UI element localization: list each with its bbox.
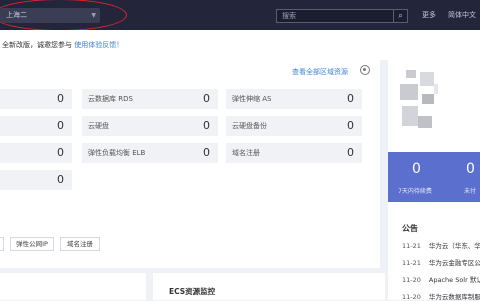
resource-cell-as[interactable]: 弹性伸缩 AS 0: [226, 89, 362, 109]
resource-label: 弹性伸缩 AS: [232, 95, 272, 103]
gear-icon[interactable]: [360, 65, 370, 75]
announcement-title: 公告: [402, 224, 418, 233]
announcement-panel: [388, 208, 480, 300]
notice-bar: 全新改版，诚邀您参与 使用体验反馈！: [0, 30, 480, 60]
quick-link-domain[interactable]: 域名注册: [60, 237, 100, 251]
announcement-item[interactable]: 11-21 华为云（华东、华: [402, 240, 480, 250]
resource-label: 云硬盘: [88, 122, 109, 130]
resource-label: 弹性负载均衡 ELB: [88, 149, 146, 157]
resource-count: 0: [347, 119, 354, 132]
resource-cell-evs[interactable]: 云硬盘 0: [82, 116, 218, 136]
unpaid-label: 未付: [464, 188, 477, 195]
resource-count: 0: [347, 92, 354, 105]
lower-left-card: [0, 273, 146, 300]
account-stats: 0 7天内待续费 0 未付: [388, 152, 480, 202]
feedback-link[interactable]: 使用体验反馈！: [74, 41, 123, 49]
announcement-date: 11-20: [402, 276, 421, 284]
resource-cell[interactable]: 0: [0, 89, 72, 109]
resource-cell[interactable]: 0: [0, 116, 72, 136]
resource-cell-vbs[interactable]: 云硬盘备份 0: [226, 116, 362, 136]
announcement-item[interactable]: 11-20 Apache Solr 默认配: [402, 274, 480, 284]
resource-count: 0: [57, 119, 64, 132]
quick-link-eip[interactable]: 弹性公网IP: [10, 237, 54, 251]
resource-cell[interactable]: 0: [0, 170, 72, 190]
ecs-monitor-title: ECS资源监控: [169, 287, 216, 296]
announcement-text: Apache Solr 默认配: [428, 276, 480, 284]
announcement-date: 11-21: [402, 259, 421, 267]
blurred-avatar-area: [418, 116, 432, 128]
search-input[interactable]: 搜索 ⌕: [276, 9, 408, 23]
resource-label: 云硬盘备份: [232, 122, 267, 130]
resource-cell[interactable]: 0: [0, 143, 72, 163]
language-menu[interactable]: 简体中文: [448, 10, 476, 20]
blurred-avatar-area: [406, 70, 416, 78]
announcement-text: 华为云金融专区公: [428, 259, 480, 267]
announcement-text: 华为云（华东、华: [428, 242, 480, 250]
more-menu[interactable]: 更多: [422, 10, 436, 20]
resource-count: 0: [203, 119, 210, 132]
blurred-avatar-area: [422, 94, 434, 104]
resource-cell-elb[interactable]: 弹性负载均衡 ELB 0: [82, 143, 218, 163]
unpaid-count[interactable]: 0: [466, 161, 475, 177]
quick-link[interactable]: [0, 237, 4, 251]
resource-count: 0: [203, 146, 210, 159]
resource-label: 云数据库 RDS: [88, 95, 133, 103]
search-placeholder: 搜索: [282, 12, 296, 20]
resource-count: 0: [57, 146, 64, 159]
resource-count: 0: [347, 146, 354, 159]
resource-cell-domain[interactable]: 域名注册 0: [226, 143, 362, 163]
announcement-date: 11-21: [402, 242, 421, 250]
announcement-item[interactable]: 11-21 华为云金融专区公: [402, 257, 480, 267]
resource-count: 0: [203, 92, 210, 105]
blurred-avatar-area: [402, 106, 418, 126]
renewal-label: 7天内待续费: [398, 188, 432, 195]
notice-text: 全新改版，诚邀您参与: [2, 41, 72, 49]
resource-count: 0: [57, 92, 64, 105]
blurred-avatar-area: [420, 72, 434, 86]
resource-count: 0: [57, 173, 64, 186]
search-icon[interactable]: ⌕: [393, 10, 407, 22]
avatar: [398, 66, 480, 148]
renewal-count[interactable]: 0: [412, 161, 421, 177]
resource-label: 域名注册: [232, 149, 260, 157]
blurred-avatar-area: [400, 84, 418, 100]
resource-cell-rds[interactable]: 云数据库 RDS 0: [82, 89, 218, 109]
ecs-monitor-card: ECS资源监控: [153, 273, 385, 300]
blurred-avatar-area: [434, 84, 438, 94]
view-all-regions-link[interactable]: 查看全部区域资源: [292, 67, 348, 77]
